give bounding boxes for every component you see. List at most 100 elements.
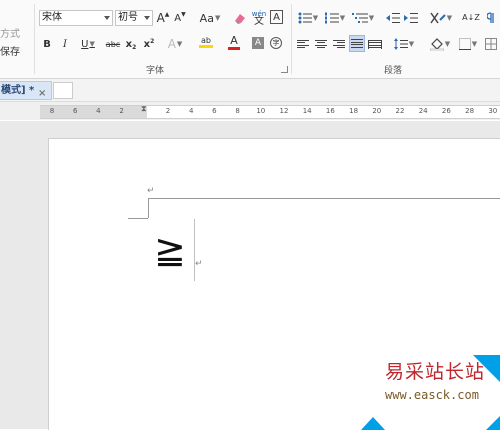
ribbon-separator (291, 4, 292, 74)
pinyin-guide-button[interactable]: wén 文 (251, 8, 267, 28)
close-icon[interactable]: × (38, 85, 46, 102)
align-center-button[interactable] (314, 36, 328, 52)
chevron-down-icon: ▼ (176, 40, 183, 48)
shrink-font-icon: A (174, 12, 182, 24)
subscript-button[interactable]: x2 (124, 36, 138, 52)
grow-font-button[interactable]: A ▲ (156, 10, 170, 26)
borders-icon (458, 38, 471, 50)
grow-font-icon: A (156, 11, 165, 25)
document-symbol[interactable]: ≧ (154, 230, 186, 270)
ruler-tick-label: 8 (49, 107, 55, 115)
watermark: 易采站长站 www.easck.com (361, 355, 500, 430)
ribbon-separator (34, 4, 35, 74)
shading-button[interactable]: ▼ (427, 36, 453, 52)
document-page[interactable]: ↵ ≧ ↵ 易采站长站 www.easck.com (48, 138, 500, 430)
bullet-list-icon (298, 12, 312, 24)
multilevel-list-icon (351, 13, 368, 23)
table-grid-icon (485, 38, 497, 50)
decrease-indent-button[interactable] (385, 10, 401, 26)
ruler-tick-label: 6 (72, 107, 78, 115)
shrink-font-button[interactable]: A ▼ (173, 10, 187, 26)
paragraph-mark: ↵ (147, 186, 155, 196)
font-family-value: 宋体 (42, 12, 62, 23)
ruler-tick-label: 6 (212, 107, 217, 115)
align-right-icon (333, 39, 345, 49)
align-left-icon (297, 39, 309, 49)
new-tab-button[interactable] (53, 82, 73, 99)
ruler-tick-label: 28 (465, 107, 475, 115)
chinese-layout-button[interactable]: ▼ (428, 10, 454, 26)
change-case-button[interactable]: Aa ▼ (197, 10, 223, 26)
chevron-down-icon: ▼ (312, 14, 319, 22)
ruler-tick-label: 22 (395, 107, 405, 115)
ruler-tick-label: 18 (349, 107, 359, 115)
character-border-button[interactable]: A (270, 10, 283, 24)
ruler-tick-label: 12 (279, 107, 289, 115)
chevron-down-icon: ▼ (471, 40, 478, 48)
decrease-indent-icon (386, 13, 400, 23)
ruler-tick-label: 2 (119, 107, 124, 115)
character-shading-label: A (254, 38, 262, 48)
superscript-button[interactable]: x2 (142, 36, 156, 52)
left-group-item-mode[interactable]: 方式 (0, 25, 20, 40)
ruler-area: ⧗ 8 6 4 2 2 4 6 8 10 12 14 16 18 20 22 24 26 28 30 (0, 102, 500, 120)
subscript-suffix: 2 (132, 43, 137, 51)
sort-button[interactable]: A↓Z (462, 9, 480, 25)
clear-format-button[interactable] (233, 10, 247, 26)
chevron-down-icon (144, 16, 150, 20)
ruler-tick-label: 26 (441, 107, 451, 115)
font-color-label: A (230, 34, 238, 47)
highlight-button[interactable]: ab (194, 34, 218, 50)
italic-button[interactable]: I (59, 36, 71, 52)
font-dialog-launcher-icon[interactable] (281, 66, 288, 73)
highlight-label: ab (201, 36, 211, 45)
bullets-button[interactable]: ▼ (296, 10, 320, 26)
align-center-icon (315, 39, 327, 49)
font-color-button[interactable]: A (222, 34, 246, 50)
increase-indent-button[interactable] (403, 10, 419, 26)
ruler-left-margin (40, 106, 147, 118)
chevron-down-icon: ▼ (408, 40, 415, 48)
font-family-select[interactable]: 宋体 (39, 10, 113, 26)
chevron-down-icon: ▼ (339, 14, 346, 22)
multilevel-list-button[interactable]: ▼ (350, 10, 376, 26)
left-group-item-save[interactable]: 保存 (0, 43, 20, 58)
underline-button[interactable]: U ▼ (77, 36, 99, 52)
distributed-button[interactable] (368, 36, 382, 52)
watermark-title: 易采站长站 (385, 361, 486, 383)
paragraph-group-label: 段落 (384, 66, 403, 76)
strikethrough-button[interactable]: abc (104, 36, 122, 52)
font-size-select[interactable]: 初号 (115, 10, 153, 26)
margin-corner-mark (128, 218, 148, 219)
line-spacing-icon (393, 38, 408, 50)
document-canvas: ↵ ≧ ↵ 易采站长站 www.easck.com (0, 121, 500, 430)
document-tab[interactable]: 模式] * × (0, 81, 52, 100)
align-right-button[interactable] (332, 36, 346, 52)
horizontal-ruler[interactable]: ⧗ 8 6 4 2 2 4 6 8 10 12 14 16 18 20 22 24 26 28 30 (40, 104, 500, 119)
italic-label: I (63, 38, 67, 50)
more-paragraph-button[interactable] (484, 36, 498, 52)
ribbon-toolbar: 方式 保存 宋体 初号 A ▲ A ▼ Aa ▼ wén 文 A B I U ▼ abc… (0, 0, 500, 79)
watermark-url: www.easck.com (385, 388, 479, 402)
font-size-value: 初号 (118, 12, 138, 23)
line-spacing-button[interactable]: ▼ (392, 36, 416, 52)
text-effect-button[interactable]: A ▼ (165, 36, 185, 52)
justify-button[interactable] (349, 35, 365, 52)
align-left-button[interactable] (296, 36, 310, 52)
font-color-bar (228, 47, 240, 50)
indent-marker-icon[interactable]: ⧗ (141, 104, 147, 114)
show-marks-button[interactable] (484, 10, 498, 26)
paragraph-mark-icon (487, 12, 494, 23)
chevron-down-icon: ▼ (444, 40, 451, 48)
header-boundary-line (148, 198, 500, 199)
text-cursor-line (194, 219, 195, 281)
borders-button[interactable]: ▼ (457, 36, 479, 52)
character-shading-button[interactable]: A (252, 37, 264, 49)
eraser-icon (235, 14, 245, 24)
pinyin-guide-bottom: 文 (254, 16, 264, 27)
numbering-button[interactable]: ▼ (323, 10, 347, 26)
bold-button[interactable]: B (41, 36, 53, 52)
strikethrough-label: abc (105, 39, 121, 49)
ruler-tick-label: 16 (325, 107, 335, 115)
enclose-characters-button[interactable]: 字 (270, 37, 282, 49)
